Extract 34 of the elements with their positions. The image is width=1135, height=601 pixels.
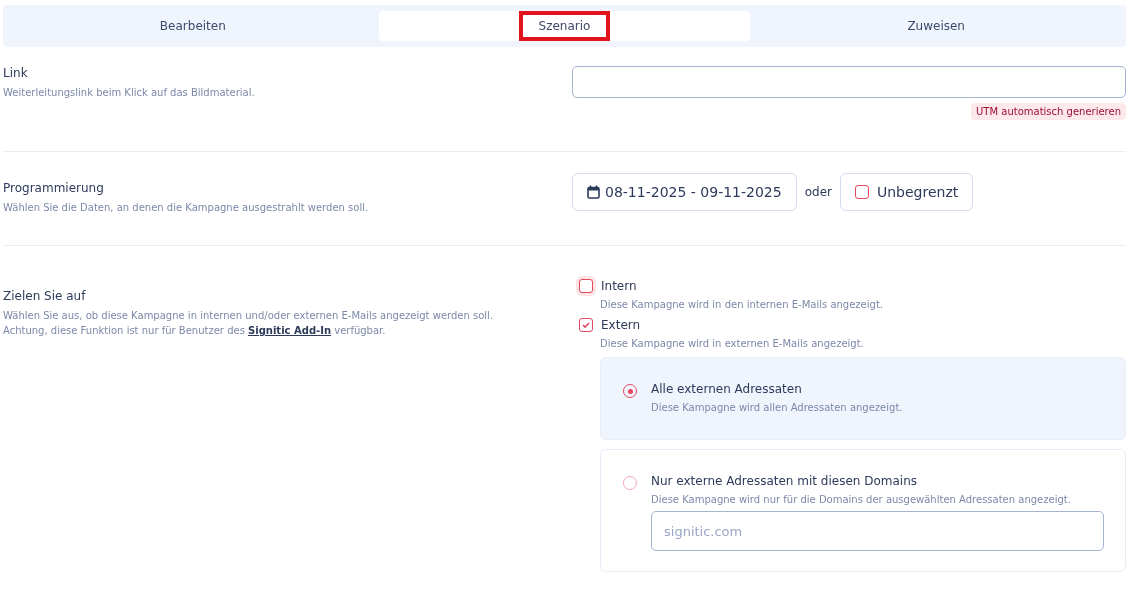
tab[interactable]: Bearbeiten bbox=[7, 11, 379, 41]
option-label: Nur externe Adressaten mit diesen Domains bbox=[651, 474, 918, 488]
option-label: Alle externen Adressaten bbox=[651, 382, 803, 396]
option-description: Diese Kampagne wird in externen E-Mails angezeigt. bbox=[600, 337, 865, 351]
section-title: Link bbox=[3, 66, 29, 80]
tab[interactable]: Zuweisen bbox=[750, 11, 1122, 41]
separator-text: oder bbox=[804, 185, 832, 199]
checkbox-label[interactable]: Extern bbox=[601, 318, 641, 332]
checkbox[interactable] bbox=[854, 185, 869, 199]
recipient-option-card[interactable]: Nur externe Adressaten mit diesen Domains Diese Kampagne wird nur für die Domains der ausgewählten Adressaten angezeigt. signitic.com bbox=[600, 449, 1126, 572]
checkmark-icon bbox=[581, 320, 591, 330]
section-description: Wählen Sie aus, ob diese Kampagne in internen und/oder externen E-Mails angezeigt werden soll. bbox=[3, 309, 495, 323]
tab-label-highlight: Zuweisen bbox=[907, 18, 965, 35]
notice-text: Achtung, diese Funktion ist nur für Benutzer des Signitic Add-In verfügbar. bbox=[3, 324, 387, 338]
checkbox-label[interactable]: Intern bbox=[601, 279, 637, 293]
checkbox[interactable] bbox=[579, 318, 593, 332]
utm-badge[interactable]: UTM automatisch generieren bbox=[971, 103, 1126, 120]
recipient-option-card[interactable]: Alle externen Adressaten Diese Kampagne wird allen Adressaten angezeigt. bbox=[600, 357, 1126, 440]
tab[interactable]: Szenario bbox=[378, 11, 751, 41]
date-range-button[interactable]: 08-11-2025 - 09-11-2025 bbox=[572, 173, 797, 211]
option-description: Diese Kampagne wird allen Adressaten angezeigt. bbox=[651, 401, 904, 415]
section-title: Programmierung bbox=[3, 181, 105, 195]
calendar-icon bbox=[587, 185, 600, 199]
domain-input-field[interactable]: signitic.com bbox=[651, 511, 1104, 551]
link-input-field[interactable] bbox=[572, 66, 1126, 98]
option-description: Diese Kampagne wird in den internen E-Mails angezeigt. bbox=[600, 298, 884, 312]
option-description: Diese Kampagne wird nur für die Domains der ausgewählten Adressaten angezeigt. bbox=[651, 493, 1072, 507]
section-title: Zielen Sie auf bbox=[3, 289, 87, 303]
checkbox[interactable] bbox=[579, 279, 593, 293]
unlimited-toggle[interactable]: Unbegrenzt bbox=[839, 173, 974, 211]
tab-label-highlight: Bearbeiten bbox=[159, 18, 226, 35]
add-in-link[interactable]: Signitic Add-In bbox=[248, 325, 332, 336]
section-description: Wählen Sie die Daten, an denen die Kampagne ausgestrahlt werden soll. bbox=[3, 201, 370, 215]
section-description: Weiterleitungslink beim Klick auf das Bildmaterial. bbox=[3, 86, 256, 100]
